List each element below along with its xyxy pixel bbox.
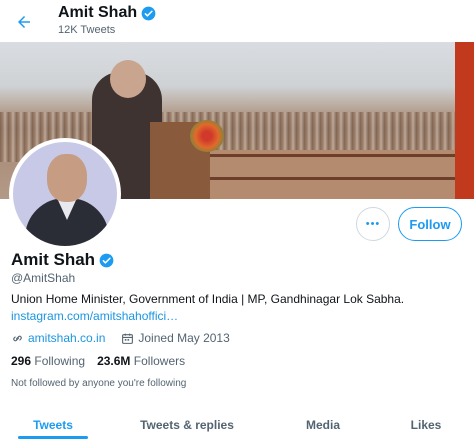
- followed-by-note: Not followed by anyone you're following: [11, 378, 187, 389]
- followers-count: 23.6M: [97, 354, 131, 368]
- profile-bio: Union Home Minister, Government of India…: [11, 292, 405, 306]
- avatar[interactable]: [9, 138, 121, 250]
- profile-handle: @AmitShah: [11, 271, 76, 285]
- more-options-button[interactable]: •••: [356, 207, 390, 241]
- tab-media[interactable]: Media: [268, 406, 378, 443]
- bio-instagram-link[interactable]: instagram.com/amitshahoffici…: [11, 309, 178, 323]
- profile-header-bar: Amit Shah 12K Tweets: [0, 0, 474, 42]
- link-icon: [13, 335, 22, 341]
- profile-tabs: Tweets Tweets & replies Media Likes: [0, 406, 474, 443]
- tab-likes[interactable]: Likes: [378, 406, 474, 443]
- tab-tweets-replies[interactable]: Tweets & replies: [106, 406, 268, 443]
- back-button[interactable]: [10, 8, 38, 36]
- profile-name: Amit Shah: [11, 250, 114, 270]
- header-title: Amit Shah: [58, 4, 156, 22]
- following-label: Following: [34, 354, 86, 368]
- tab-tweets[interactable]: Tweets: [0, 406, 106, 443]
- profile-name-text: Amit Shah: [11, 250, 96, 269]
- joined-date: Joined May 2013: [138, 331, 230, 345]
- follow-button[interactable]: Follow: [398, 207, 462, 241]
- follow-counts: 296 Following 23.6M Followers: [11, 354, 185, 368]
- more-dots-icon: •••: [365, 218, 381, 230]
- arrow-left-icon: [18, 16, 30, 28]
- verified-badge-icon: [141, 6, 156, 20]
- verified-badge-icon: [99, 253, 114, 267]
- followers-count-link[interactable]: 23.6M Followers: [97, 354, 185, 368]
- header-name: Amit Shah: [58, 4, 138, 21]
- website-link[interactable]: amitshah.co.in: [28, 331, 105, 345]
- profile-meta: amitshah.co.in Joined May 2013: [11, 331, 230, 345]
- calendar-icon: [122, 333, 134, 344]
- followers-label: Followers: [133, 354, 186, 368]
- following-count: 296: [11, 354, 32, 368]
- tweet-count: 12K Tweets: [58, 24, 116, 36]
- following-count-link[interactable]: 296 Following: [11, 354, 85, 368]
